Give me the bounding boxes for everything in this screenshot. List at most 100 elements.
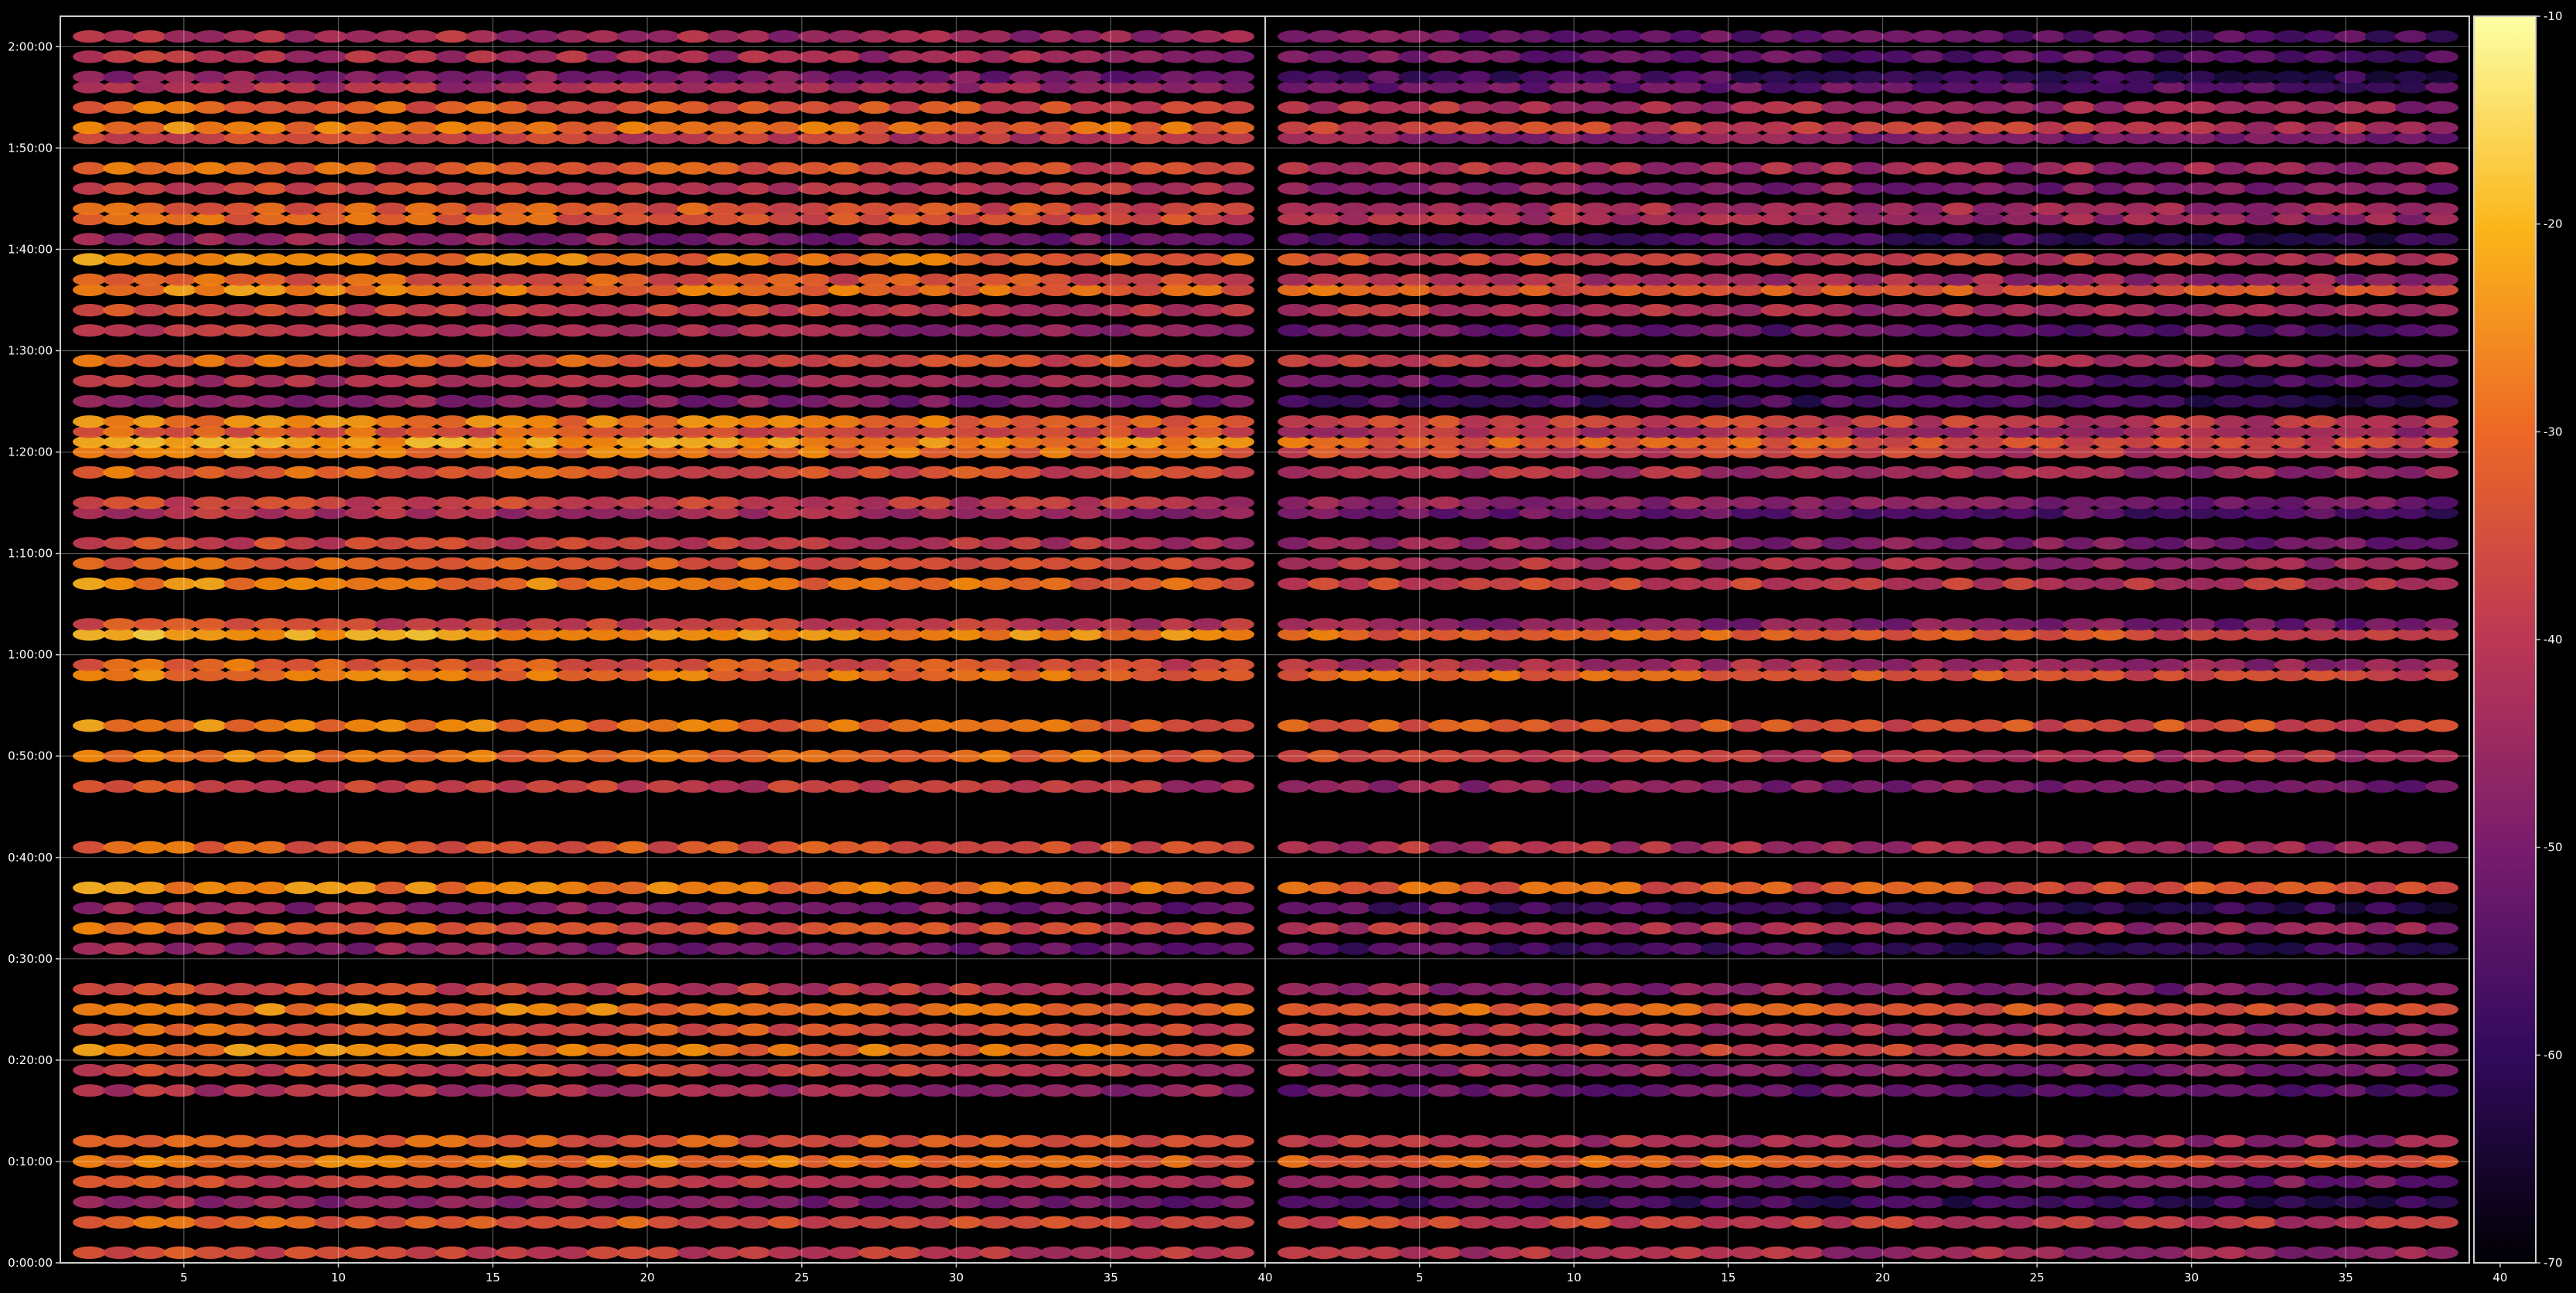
heat-cell xyxy=(767,466,801,479)
heat-cell xyxy=(1009,1246,1043,1259)
heat-cell xyxy=(284,182,318,195)
heat-cell xyxy=(2243,496,2277,510)
heat-cell xyxy=(2274,202,2308,216)
heat-cell xyxy=(1882,577,1916,591)
heat-cell xyxy=(1100,618,1134,631)
heat-cell xyxy=(737,304,771,317)
heat-cell xyxy=(404,233,438,246)
heat-cell xyxy=(1100,902,1134,915)
heat-cell xyxy=(374,496,408,510)
heat-cell xyxy=(1338,394,1372,408)
heat-cell xyxy=(556,882,590,895)
heat-cell xyxy=(374,1063,408,1077)
heat-cell xyxy=(103,1003,137,1016)
heat-cell xyxy=(949,902,983,915)
heat-cell xyxy=(1790,983,1824,996)
heat-cell xyxy=(586,942,620,955)
heat-cell xyxy=(889,537,923,550)
heat-cell xyxy=(1459,902,1493,915)
heat-cell xyxy=(1820,1246,1854,1259)
heat-cell xyxy=(707,902,741,915)
heat-cell xyxy=(2243,374,2277,387)
heat-cell xyxy=(2364,273,2398,286)
heat-cell xyxy=(2032,557,2066,570)
heat-cell xyxy=(797,1134,831,1148)
heat-cell xyxy=(616,1084,650,1097)
heat-cell xyxy=(1489,304,1523,317)
heat-cell xyxy=(314,1023,348,1036)
heat-cell xyxy=(616,466,650,479)
heat-cell xyxy=(1790,922,1824,935)
heat-cell xyxy=(1790,496,1824,510)
heat-cell xyxy=(1851,374,1885,387)
heat-cell xyxy=(1549,121,1583,135)
heat-cell xyxy=(435,50,469,63)
heat-cell xyxy=(2063,983,2097,996)
heat-cell xyxy=(223,496,258,510)
heat-cell xyxy=(707,1063,741,1077)
heat-cell xyxy=(133,415,167,428)
heat-cell xyxy=(374,233,408,246)
heat-cell xyxy=(133,577,167,591)
heat-cell xyxy=(1912,1216,1946,1229)
heat-cell xyxy=(1882,50,1916,63)
heat-cell xyxy=(1428,882,1462,895)
heat-cell xyxy=(1639,30,1674,43)
heat-cell xyxy=(404,1003,438,1016)
heat-cell xyxy=(2213,233,2247,246)
heat-cell xyxy=(677,354,711,367)
heat-cell xyxy=(2334,882,2368,895)
heat-cell xyxy=(1639,841,1674,854)
heat-cell xyxy=(2213,1196,2247,1209)
heat-cell xyxy=(2032,1216,2066,1229)
heat-cell xyxy=(1009,374,1043,387)
heat-cell xyxy=(1221,202,1254,216)
heat-cell xyxy=(2304,841,2338,854)
heat-cell xyxy=(1730,983,1764,996)
heat-cell xyxy=(526,1246,560,1259)
heat-cell xyxy=(1882,304,1916,317)
heat-cell xyxy=(2364,719,2398,732)
heat-cell xyxy=(616,1196,650,1209)
heat-cell xyxy=(828,202,862,216)
heat-cell xyxy=(2334,253,2368,266)
heat-cell xyxy=(2002,942,2036,955)
heat-cell xyxy=(1398,415,1432,428)
heat-cell xyxy=(767,253,801,266)
heat-cell xyxy=(2334,1134,2368,1148)
heat-cell xyxy=(374,983,408,996)
heat-cell xyxy=(1609,1043,1643,1056)
heat-cell xyxy=(707,1003,741,1016)
heat-cell xyxy=(1730,1196,1764,1209)
heat-cell xyxy=(1070,983,1104,996)
heat-cell xyxy=(1070,394,1104,408)
heat-cell xyxy=(1579,394,1613,408)
heat-cell xyxy=(828,902,862,915)
heat-cell xyxy=(1190,121,1224,135)
heat-cell xyxy=(828,922,862,935)
heat-cell xyxy=(163,1023,197,1036)
heat-cell xyxy=(647,354,681,367)
heat-cell xyxy=(616,841,650,854)
x-tick-label: 15 xyxy=(486,1271,500,1284)
heat-cell xyxy=(1820,1134,1854,1148)
heat-cell xyxy=(949,50,983,63)
heat-cell xyxy=(2304,902,2338,915)
heat-cell xyxy=(2123,253,2157,266)
heat-cell xyxy=(586,719,620,732)
heat-cell xyxy=(2394,466,2428,479)
heat-cell xyxy=(1070,50,1104,63)
heat-cell xyxy=(1308,719,1342,732)
heat-cell xyxy=(1039,719,1073,732)
heat-cell xyxy=(828,273,862,286)
heat-cell xyxy=(647,466,681,479)
heat-cell xyxy=(797,922,831,935)
heat-cell xyxy=(496,1134,530,1148)
heat-cell xyxy=(1160,577,1194,591)
heat-cell xyxy=(1190,496,1224,510)
heat-cell xyxy=(1221,780,1254,793)
heat-cell xyxy=(828,719,862,732)
heat-cell xyxy=(979,719,1013,732)
heat-cell xyxy=(2123,902,2157,915)
heat-cell xyxy=(254,304,288,317)
